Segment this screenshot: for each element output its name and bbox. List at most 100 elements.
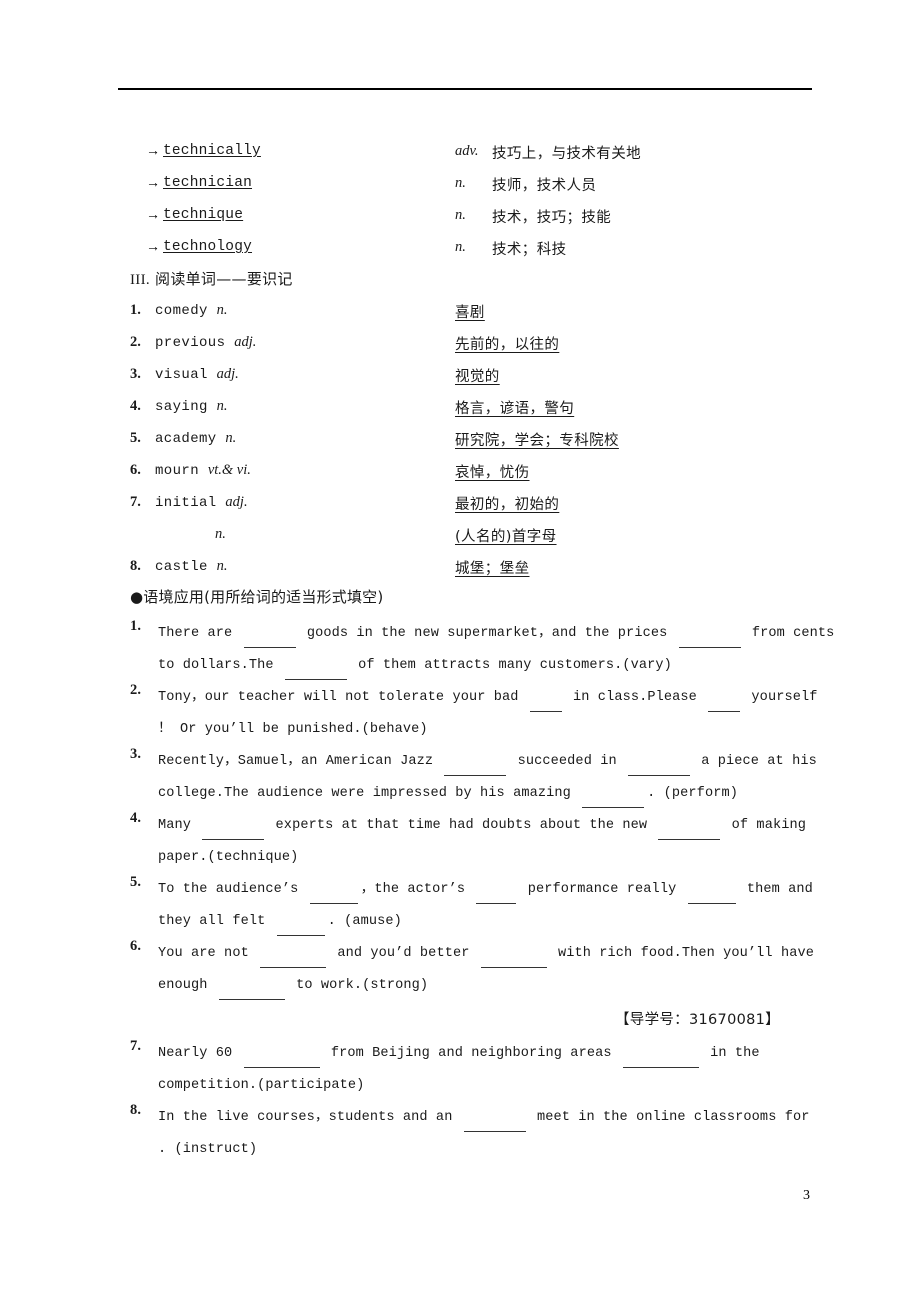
answer-blank[interactable] xyxy=(444,743,507,776)
part-of-speech: n. xyxy=(455,239,466,255)
vocabulary-number: 8. xyxy=(130,558,141,574)
answer-blank[interactable] xyxy=(243,615,296,648)
exercise-number: 3. xyxy=(130,746,142,762)
vocabulary-number: 3. xyxy=(130,366,141,382)
answer-blank[interactable] xyxy=(276,903,325,936)
chinese-meaning: 喜剧 xyxy=(455,305,485,321)
application-section-title: 语境应用(用所给词的适当形式填空) xyxy=(143,588,384,606)
part-of-speech: n. xyxy=(215,526,226,542)
answer-blank[interactable] xyxy=(480,935,547,968)
chinese-meaning: 哀悼，忧伤 xyxy=(455,465,530,481)
exercise-number: 7. xyxy=(130,1038,142,1054)
section-numeral: III. xyxy=(130,272,150,288)
arrow-icon: → xyxy=(146,144,160,159)
exercise-number: 4. xyxy=(130,810,142,826)
exercise-number: 6. xyxy=(130,938,142,954)
exercise-number: 2. xyxy=(130,682,142,698)
exercise-line: There are goods in the new supermarket，a… xyxy=(158,615,834,650)
vocabulary-word: previous adj. xyxy=(155,334,257,351)
answer-blank[interactable] xyxy=(218,967,285,1000)
vocabulary-row: 5. academy n. 研究院，学会；专科院校 xyxy=(0,426,920,458)
answer-blank[interactable] xyxy=(627,743,690,776)
vocabulary-row: n. (人名的)首字母 xyxy=(0,522,920,554)
vocabulary-word: n. xyxy=(215,526,226,543)
part-of-speech: n. xyxy=(216,302,228,318)
answer-blank[interactable] xyxy=(687,871,736,904)
chinese-meaning: 先前的，以往的 xyxy=(455,337,560,353)
derivation-row: → technically adv. 技巧上，与技术有关地 xyxy=(0,140,920,172)
answer-blank[interactable] xyxy=(658,807,721,840)
document-page: → technically adv. 技巧上，与技术有关地 → technician n. 技… xyxy=(0,0,920,1302)
exercise-line: ！ Or you’ll be punished.(behave) xyxy=(158,722,428,737)
answer-blank[interactable] xyxy=(260,935,327,968)
part-of-speech: n. xyxy=(216,558,228,574)
exercise-item: 1. There are goods in the new supermarket… xyxy=(0,618,920,682)
answer-blank[interactable] xyxy=(463,1099,526,1132)
vocabulary-number: 6. xyxy=(130,462,141,478)
vocabulary-word: mourn vt.& vi. xyxy=(155,462,251,479)
vocabulary-word: academy n. xyxy=(155,430,237,447)
application-section-heading: ●语境应用(用所给词的适当形式填空) xyxy=(0,586,920,618)
part-of-speech: n. xyxy=(216,398,228,414)
part-of-speech: n. xyxy=(455,207,466,223)
exercise-line: competition.(participate) xyxy=(158,1078,365,1093)
derivation-row: → technology n. 技术；科技 xyxy=(0,236,920,268)
exercise-item: 6. You are not and you’d better with rich… xyxy=(0,938,920,1002)
page-content: → technically adv. 技巧上，与技术有关地 → technician n. 技… xyxy=(0,140,920,1166)
answer-blank[interactable] xyxy=(678,615,741,648)
answer-blank[interactable] xyxy=(622,1035,699,1068)
vocabulary-row: 3. visual adj. 视觉的 xyxy=(0,362,920,394)
answer-blank[interactable] xyxy=(529,679,562,712)
answer-blank[interactable] xyxy=(202,807,265,840)
chinese-meaning: 技术；科技 xyxy=(492,242,567,258)
arrow-icon: → xyxy=(146,176,160,191)
exercise-item: 5. To the audience’s ，the actor’s perform… xyxy=(0,874,920,938)
vocabulary-row: 4. saying n. 格言，谚语，警句 xyxy=(0,394,920,426)
part-of-speech: adj. xyxy=(225,494,248,510)
arrow-icon: → xyxy=(146,208,160,223)
exercise-line: they all felt . (amuse) xyxy=(158,906,826,938)
exercise-line: Many experts at that time had doubts abo… xyxy=(158,810,826,842)
answer-blank[interactable] xyxy=(309,871,358,904)
answer-blank[interactable] xyxy=(243,1035,320,1068)
vocabulary-number: 7. xyxy=(130,494,141,510)
exercise-line: . (instruct) xyxy=(158,1142,258,1157)
vocabulary-word: castle n. xyxy=(155,558,228,575)
part-of-speech: n. xyxy=(455,175,466,191)
exercise-line: Nearly 60 from Beijing and neighboring a… xyxy=(158,1038,826,1070)
exercise-item: 2. Tony，our teacher will not tolerate you… xyxy=(0,682,920,746)
vocabulary-word: visual adj. xyxy=(155,366,239,383)
vocabulary-list: 1. comedy n. 喜剧 2. previous adj. 先前的，以往的 3. vis… xyxy=(0,298,920,586)
derivation-row: → technique n. 技术，技巧；技能 xyxy=(0,204,920,236)
vocabulary-word: comedy n. xyxy=(155,302,228,319)
exercise-number: 5. xyxy=(130,874,142,890)
reading-section-heading: III. 阅读单词——要识记 xyxy=(0,268,920,298)
exercise-line: To the audience’s ，the actor’s performan… xyxy=(158,874,826,906)
vocabulary-row: 7. initial adj. 最初的，初始的 xyxy=(0,490,920,522)
exercise-line: Recently，Samuel，an American Jazz succeed… xyxy=(158,746,826,778)
answer-blank[interactable] xyxy=(582,775,645,808)
part-of-speech: n. xyxy=(225,430,237,446)
vocabulary-word: initial adj. xyxy=(155,494,248,511)
derivation-row: → technician n. 技师，技术人员 xyxy=(0,172,920,204)
answer-blank[interactable] xyxy=(708,679,741,712)
vocabulary-number: 2. xyxy=(130,334,141,350)
derivation-word: technology xyxy=(163,239,253,255)
exercise-line: college.The audience were impressed by h… xyxy=(158,778,826,810)
chinese-meaning: 最初的，初始的 xyxy=(455,497,560,513)
derivation-word: technician xyxy=(163,175,253,191)
chinese-meaning: (人名的)首字母 xyxy=(455,529,557,545)
chinese-meaning: 研究院，学会；专科院校 xyxy=(455,433,619,449)
chinese-meaning: 技巧上，与技术有关地 xyxy=(492,146,641,162)
answer-blank[interactable] xyxy=(284,647,347,680)
answer-blank[interactable] xyxy=(476,871,517,904)
exercise-item: 8. In the live courses，students and an me… xyxy=(0,1102,920,1166)
exercise-line: Tony，our teacher will not tolerate your … xyxy=(158,682,826,714)
part-of-speech: adv. xyxy=(455,143,479,159)
guide-number-badge: 【导学号：31670081】 xyxy=(614,1012,780,1028)
exercise-line: In the live courses，students and an meet… xyxy=(158,1102,826,1134)
chinese-meaning: 技师，技术人员 xyxy=(492,178,597,194)
part-of-speech: adj. xyxy=(234,334,257,350)
vocabulary-row: 6. mourn vt.& vi. 哀悼，忧伤 xyxy=(0,458,920,490)
chinese-meaning: 城堡；堡垒 xyxy=(455,561,530,577)
